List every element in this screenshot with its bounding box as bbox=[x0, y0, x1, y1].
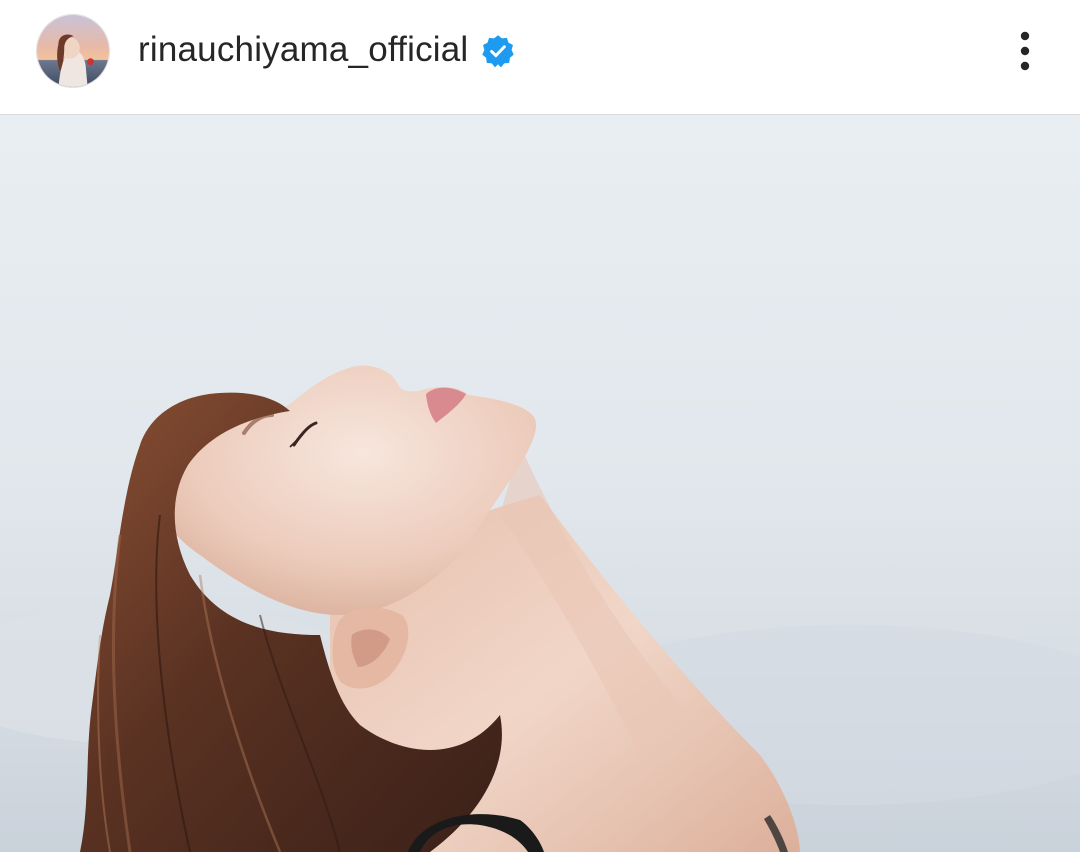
profile-avatar[interactable] bbox=[36, 14, 110, 88]
photo-image bbox=[0, 115, 1080, 852]
post-header: rinauchiyama_official bbox=[0, 0, 1080, 115]
verified-badge-icon bbox=[482, 35, 514, 68]
avatar-image bbox=[37, 15, 109, 87]
instagram-post: rinauchiyama_official bbox=[0, 0, 1080, 852]
more-options-button[interactable] bbox=[1004, 28, 1046, 74]
post-photo[interactable] bbox=[0, 115, 1080, 852]
username[interactable]: rinauchiyama_official bbox=[138, 29, 468, 71]
more-options-icon bbox=[1020, 31, 1030, 71]
